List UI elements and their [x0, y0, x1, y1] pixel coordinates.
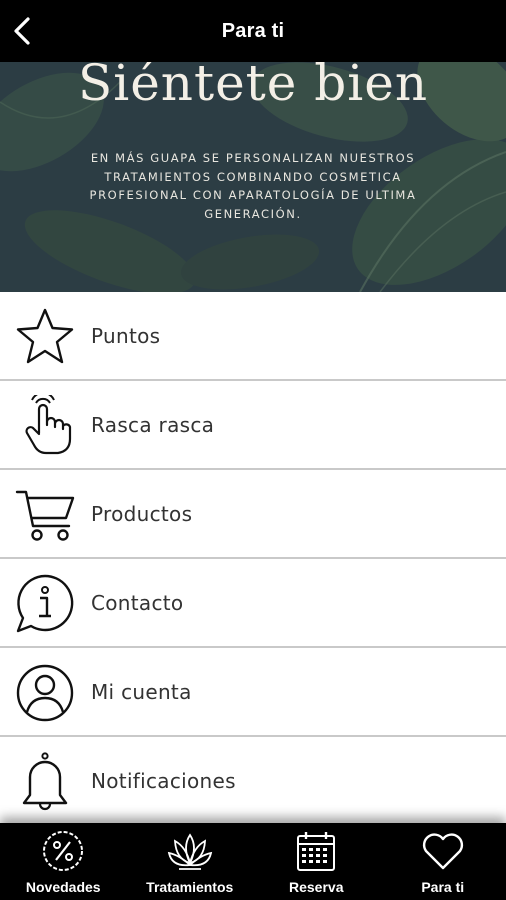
tab-reserva[interactable]: Reserva [253, 823, 380, 900]
menu-item-rasca-rasca[interactable]: Rasca rasca [0, 381, 506, 470]
menu-item-label: Rasca rasca [91, 413, 215, 437]
banner-tagline: EN MÁS GUAPA SE PERSONALIZAN NUESTROS TR… [89, 151, 417, 221]
tab-label: Novedades [25, 879, 101, 895]
tab-novedades[interactable]: Novedades [0, 823, 127, 900]
menu-item-mi-cuenta[interactable]: Mi cuenta [0, 648, 506, 737]
lotus-icon [167, 833, 212, 870]
menu-item-label: Productos [91, 502, 193, 526]
tab-para-ti[interactable]: Para ti [380, 823, 506, 900]
banner-headline: Siéntete bien [77, 62, 429, 112]
menu-item-label: Contacto [91, 591, 184, 615]
menu-item-contacto[interactable]: Contacto [0, 559, 506, 648]
tab-label: Para ti [421, 879, 465, 895]
menu-item-label: Puntos [91, 324, 161, 348]
calendar-icon [297, 832, 336, 871]
menu-item-productos[interactable]: Productos [0, 470, 506, 559]
page-title: Para ti [221, 19, 285, 42]
hero-banner: Siéntete bien EN MÁS GUAPA SE PERSONALIZ… [0, 62, 506, 292]
tab-label: Reserva [289, 879, 344, 895]
bottom-tab-bar: Novedades Tratamientos Reserva Para ti [0, 823, 506, 900]
tab-label: Tratamientos [146, 879, 234, 895]
star-icon [16, 308, 74, 364]
menu-item-notificaciones[interactable]: Notificaciones [0, 737, 506, 826]
top-bar: Para ti [0, 0, 506, 62]
pointing-hand-icon [25, 395, 72, 455]
shopping-cart-icon [15, 490, 75, 541]
bell-icon [22, 752, 68, 811]
menu-item-puntos[interactable]: Puntos [0, 292, 506, 381]
info-bubble-icon [16, 574, 74, 633]
heart-icon [422, 833, 463, 870]
menu-list: Puntos Rasca rasca Productos Contacto Mi… [0, 292, 506, 826]
user-circle-icon [16, 664, 74, 722]
discount-badge-icon [43, 831, 84, 871]
back-arrow-icon[interactable] [10, 16, 34, 46]
tab-tratamientos[interactable]: Tratamientos [127, 823, 254, 900]
menu-item-label: Notificaciones [91, 769, 236, 793]
menu-item-label: Mi cuenta [91, 680, 192, 704]
